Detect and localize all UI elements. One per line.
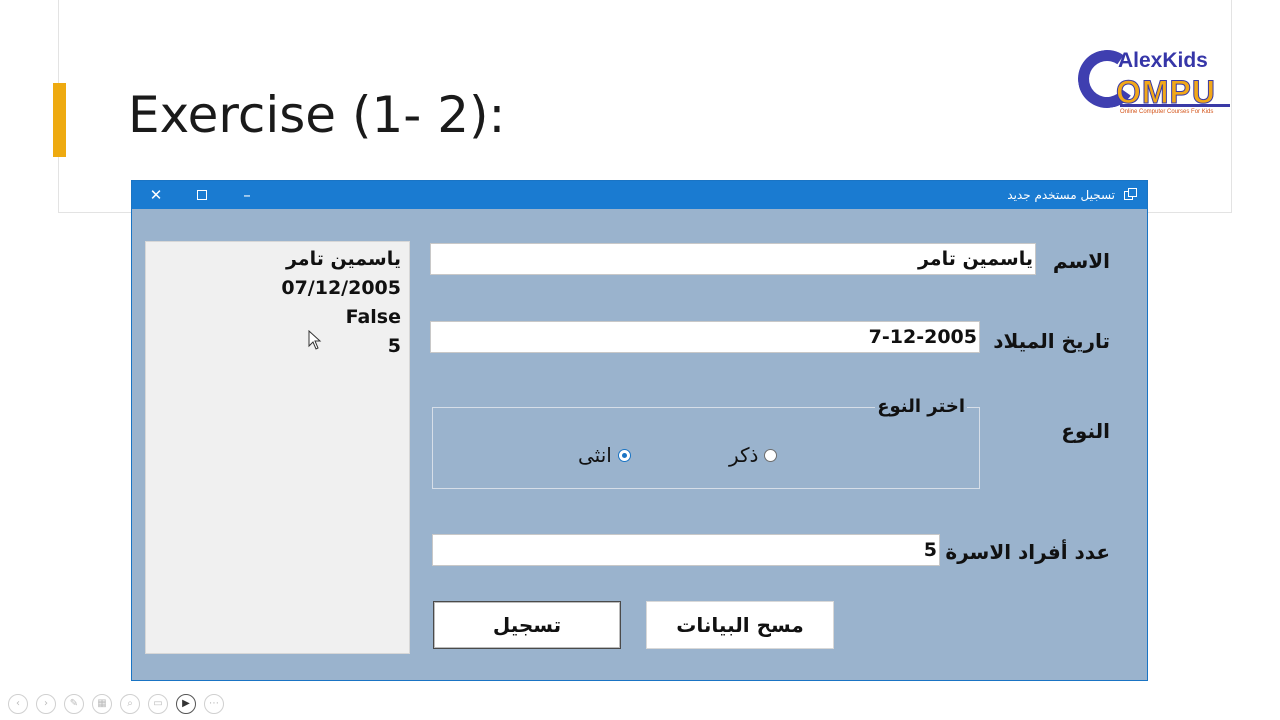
logo-tagline: Online Computer Courses For Kids: [1120, 109, 1214, 115]
output-birthdate: 07/12/2005: [281, 277, 401, 299]
output-family-count: 5: [387, 335, 401, 357]
family-count-input[interactable]: 5: [432, 534, 940, 566]
maximize-icon: [197, 190, 207, 200]
name-label: الاسم: [1052, 249, 1110, 273]
birthdate-label: تاريخ الميلاد: [993, 329, 1110, 353]
subtitles-icon[interactable]: ▭: [148, 694, 168, 714]
radio-female-circle[interactable]: [617, 448, 631, 462]
presentation-toolbar: ‹ › ✎ ▦ ⌕ ▭ ▶ ⋯: [8, 694, 224, 716]
gender-label: النوع: [1061, 419, 1110, 443]
name-input[interactable]: ياسمين تامر: [430, 243, 1036, 275]
gender-groupbox: اختر النوع ذكر انثى: [432, 396, 980, 489]
app-icon: [1124, 188, 1137, 200]
maximize-button[interactable]: [189, 184, 215, 206]
window-titlebar[interactable]: ✕ – تسجيل مستخدم جديد: [132, 181, 1147, 209]
output-gender-flag: False: [345, 306, 401, 328]
register-button[interactable]: تسجيل: [433, 601, 621, 649]
title-accent-bar: [53, 83, 66, 157]
radio-male-label: ذكر: [729, 443, 759, 467]
registration-window: ✕ – تسجيل مستخدم جديد ياسمين تامر 07/12/…: [131, 180, 1148, 681]
gender-group-title: اختر النوع: [875, 396, 967, 417]
window-title: تسجيل مستخدم جديد: [1007, 188, 1115, 202]
alexkids-logo: AlexKids OMPU Online Computer Courses Fo…: [1073, 45, 1236, 122]
birthdate-input[interactable]: 7-12-2005: [430, 321, 980, 353]
radio-female-label: انثى: [578, 443, 612, 467]
logo-wordmark: AlexKids: [1118, 49, 1208, 72]
minimize-icon: –: [243, 186, 251, 204]
camera-icon[interactable]: ▶: [176, 694, 196, 714]
radio-female[interactable]: انثى: [578, 442, 631, 468]
minimize-button[interactable]: –: [234, 184, 260, 206]
output-label-panel: ياسمين تامر 07/12/2005 False 5: [145, 241, 410, 654]
mouse-cursor-icon: [308, 330, 322, 350]
birthdate-input-value: 7-12-2005: [868, 326, 977, 348]
slide-title: Exercise (1- 2):: [128, 86, 506, 144]
family-count-label: عدد أفراد الاسرة: [945, 540, 1110, 564]
zoom-icon[interactable]: ⌕: [120, 694, 140, 714]
pen-icon[interactable]: ✎: [64, 694, 84, 714]
family-count-input-value: 5: [923, 539, 937, 561]
radio-male-circle[interactable]: [764, 448, 778, 462]
radio-male[interactable]: ذكر: [729, 442, 778, 468]
output-name: ياسمين تامر: [285, 248, 401, 270]
name-input-value: ياسمين تامر: [917, 248, 1033, 270]
close-icon: ✕: [149, 186, 163, 204]
clear-data-button[interactable]: مسح البيانات: [646, 601, 834, 649]
previous-slide-icon[interactable]: ‹: [8, 694, 28, 714]
slides-grid-icon[interactable]: ▦: [92, 694, 112, 714]
next-slide-icon[interactable]: ›: [36, 694, 56, 714]
logo-underline: [1120, 104, 1230, 107]
close-button[interactable]: ✕: [143, 184, 169, 206]
more-options-icon[interactable]: ⋯: [204, 694, 224, 714]
